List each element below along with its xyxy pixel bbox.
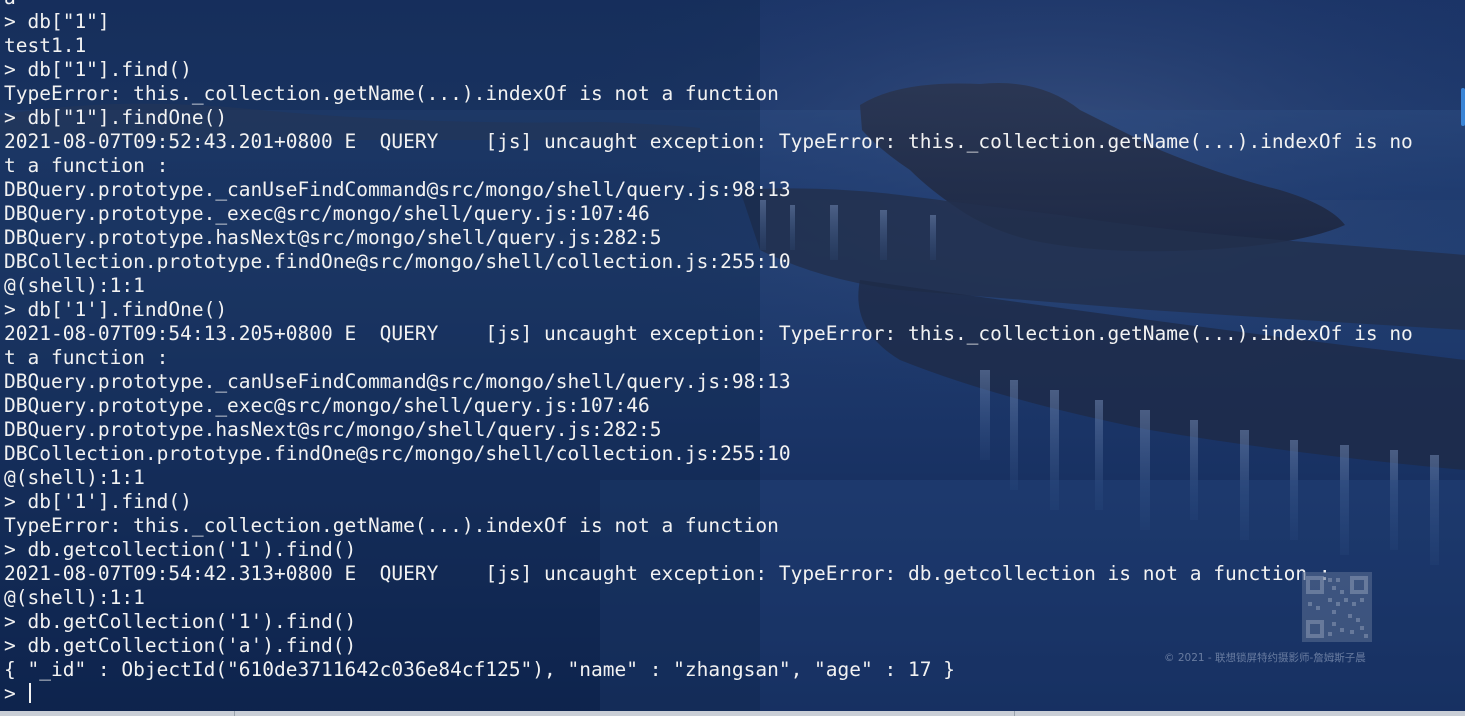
console-line: DBQuery.prototype.hasNext@src/mongo/shel…	[4, 226, 662, 249]
console-line: DBQuery.prototype._exec@src/mongo/shell/…	[4, 394, 650, 417]
console-line: @(shell):1:1	[4, 466, 145, 489]
console-line: DBCollection.prototype.findOne@src/mongo…	[4, 442, 791, 465]
status-divider	[1014, 711, 1015, 716]
console-line: 2021-08-07T09:52:43.201+0800 E QUERY [js…	[4, 130, 1413, 153]
window-status-bar	[0, 711, 1465, 716]
console-line: TypeError: this._collection.getName(...)…	[4, 82, 779, 105]
console-line: DBQuery.prototype._canUseFindCommand@src…	[4, 178, 791, 201]
status-divider	[234, 711, 235, 716]
console-line: TypeError: this._collection.getName(...)…	[4, 514, 779, 537]
console-line: DBCollection.prototype.findOne@src/mongo…	[4, 250, 791, 273]
console-line: test1.1	[4, 34, 87, 57]
console-line: t a function :	[4, 346, 169, 369]
scrollbar-thumb[interactable]	[1461, 88, 1465, 126]
console-output[interactable]: a> db["1"]test1.1> db["1"].find()TypeErr…	[4, 0, 1459, 706]
console-line: @(shell):1:1	[4, 586, 145, 609]
console-line: a	[4, 0, 1459, 10]
console-line: > db["1"]	[4, 10, 110, 33]
console-line: > db['1'].find()	[4, 490, 192, 513]
console-line: 2021-08-07T09:54:42.313+0800 E QUERY [js…	[4, 562, 1331, 585]
console-line: > db.getcollection('1').find()	[4, 538, 357, 561]
photographer-credit: © 2021 - 联想锁屏特约摄影师-詹姆斯子晨	[1164, 652, 1366, 664]
prompt-line[interactable]: >	[4, 682, 1459, 706]
console-line: > db["1"].findOne()	[4, 106, 228, 129]
console-line: DBQuery.prototype.hasNext@src/mongo/shel…	[4, 418, 662, 441]
console-line: > db["1"].find()	[4, 58, 192, 81]
console-line: DBQuery.prototype._canUseFindCommand@src…	[4, 370, 791, 393]
console-line: > db['1'].findOne()	[4, 298, 228, 321]
console-line: DBQuery.prototype._exec@src/mongo/shell/…	[4, 202, 650, 225]
text-cursor	[29, 683, 32, 703]
console-line: @(shell):1:1	[4, 274, 145, 297]
console-line: > db.getCollection('1').find()	[4, 610, 357, 633]
terminal-window[interactable]: a> db["1"]test1.1> db["1"].find()TypeErr…	[0, 0, 1465, 716]
qr-code-watermark	[1302, 572, 1372, 642]
prompt-symbol: >	[4, 682, 28, 705]
console-line: 2021-08-07T09:54:13.205+0800 E QUERY [js…	[4, 322, 1413, 345]
console-line: t a function :	[4, 154, 169, 177]
